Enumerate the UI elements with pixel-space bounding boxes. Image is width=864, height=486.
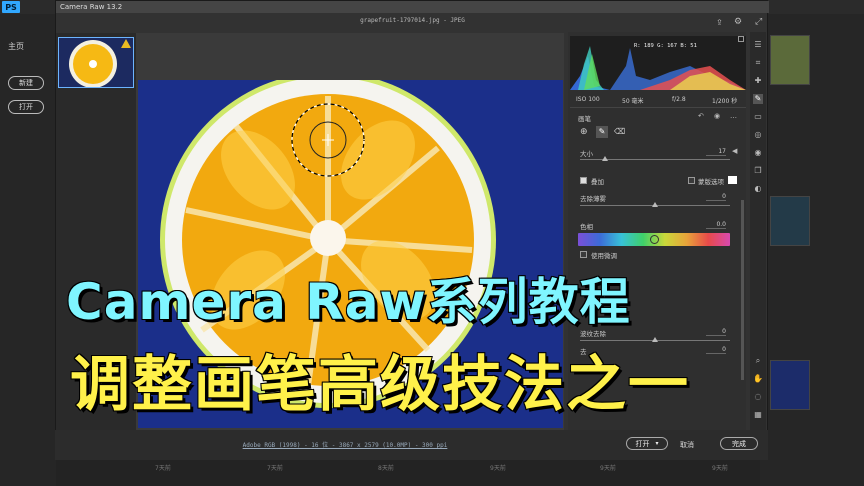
defringe-value[interactable]: 0 <box>706 346 726 354</box>
recent-file-thumbnail[interactable] <box>770 360 810 410</box>
open-file-button[interactable]: 打开 <box>8 100 44 114</box>
moire-value[interactable]: 0 <box>706 328 726 336</box>
shutter-speed: 1/200 秒 <box>712 98 738 105</box>
grid-icon[interactable]: ▦ <box>753 410 763 420</box>
adjustment-brush-icon[interactable]: ✎ <box>753 94 763 104</box>
more-icon[interactable]: … <box>730 112 737 120</box>
hand-icon[interactable]: ✋ <box>753 374 763 384</box>
graduated-filter-icon[interactable]: ▭ <box>753 112 763 122</box>
recent-time-label: 7天前 <box>267 465 283 472</box>
recent-time-label: 9天前 <box>712 465 728 472</box>
hue-label: 色相 <box>580 223 593 231</box>
recent-time-label: 9天前 <box>600 465 616 472</box>
workflow-options-link[interactable]: Adobe RGB (1998) - 16 位 - 3867 x 2579 (1… <box>95 440 595 449</box>
edit-icon[interactable]: ☰ <box>753 40 763 50</box>
fine-adjust-checkbox[interactable] <box>580 251 587 258</box>
done-button[interactable]: 完成 <box>720 437 758 450</box>
size-label: 大小 <box>580 150 593 158</box>
add-brush-icon[interactable]: ⊕ <box>580 127 588 137</box>
mask-options-label: 蒙版选项 <box>698 178 724 186</box>
recent-file-thumbnail[interactable] <box>770 196 810 246</box>
size-value[interactable]: 17 <box>706 148 726 156</box>
overlay-label: 叠加 <box>591 178 604 186</box>
window-title: Camera Raw 13.2 <box>56 1 769 13</box>
mask-options-checkbox[interactable] <box>688 177 695 184</box>
hue-value[interactable]: 0.0 <box>706 221 726 229</box>
save-icon[interactable]: ⇪ <box>716 18 723 27</box>
crop-icon[interactable]: ⌗ <box>753 58 763 68</box>
clipping-warning-icon[interactable] <box>738 36 744 42</box>
eraser-icon[interactable]: ⌫ <box>614 127 625 136</box>
overlay-title-line2: 调整画笔高级技法之一 <box>69 349 690 421</box>
eye-icon[interactable]: ◉ <box>714 112 720 120</box>
recent-time-label: 7天前 <box>155 465 171 472</box>
cancel-button[interactable]: 取消 <box>680 440 694 450</box>
dehaze-label: 去除薄雾 <box>580 195 606 203</box>
divider <box>570 107 746 108</box>
open-button[interactable]: 打开 ▾ <box>626 437 668 450</box>
healing-icon[interactable]: ✚ <box>753 76 763 86</box>
hue-slider-knob[interactable] <box>650 235 659 244</box>
gear-icon[interactable]: ⚙ <box>734 17 742 27</box>
file-name: grapefruit-1797014.jpg - JPEG <box>360 17 465 24</box>
recent-time-label: 8天前 <box>378 465 394 472</box>
open-button-label: 打开 <box>635 439 650 448</box>
iso-value: ISO 100 <box>576 96 600 103</box>
new-button[interactable]: 新建 <box>8 76 44 90</box>
reset-icon[interactable]: ↶ <box>698 112 704 120</box>
warning-icon[interactable] <box>121 39 131 48</box>
overlay-checkbox[interactable] <box>580 177 587 184</box>
histogram-readout: R: 189 G: 167 B: 51 <box>634 43 697 49</box>
aperture: f/2.8 <box>672 96 686 103</box>
panel-scrollbar[interactable] <box>741 200 744 380</box>
snapshot-icon[interactable]: ❐ <box>753 166 763 176</box>
fullscreen-icon[interactable]: ⤢ <box>755 17 762 27</box>
tool-strip <box>750 32 766 430</box>
recent-time-label: 9天前 <box>490 465 506 472</box>
brush-icon[interactable]: ✎ <box>596 126 608 138</box>
zoom-icon[interactable]: ⌕ <box>753 356 763 366</box>
chevron-down-icon[interactable]: ▾ <box>655 440 658 447</box>
sampler-icon[interactable]: ◌ <box>753 392 763 402</box>
screen: PS 主页 新建 打开 7天前 7天前 8天前 9天前 9天前 9天前 Came… <box>0 0 864 486</box>
overlay-title-line1: Camera Raw系列教程 <box>65 272 631 332</box>
dehaze-value[interactable]: 0 <box>706 193 726 201</box>
photoshop-logo: PS <box>2 1 20 13</box>
fine-adjust-label: 使用微调 <box>591 252 617 260</box>
focal-length: 50 毫米 <box>622 98 644 105</box>
dehaze-slider-knob[interactable] <box>652 202 658 207</box>
home-label[interactable]: 主页 <box>8 41 24 52</box>
brush-panel-title: 画笔 <box>578 115 591 123</box>
recent-file-thumbnail[interactable] <box>770 35 810 85</box>
size-slider-knob[interactable] <box>602 156 608 161</box>
radial-filter-icon[interactable]: ◎ <box>753 130 763 140</box>
collapse-icon[interactable]: ◀ <box>732 147 737 155</box>
presets-icon[interactable]: ◐ <box>753 184 763 194</box>
mask-color-swatch[interactable] <box>728 176 737 184</box>
red-eye-icon[interactable]: ◉ <box>753 148 763 158</box>
